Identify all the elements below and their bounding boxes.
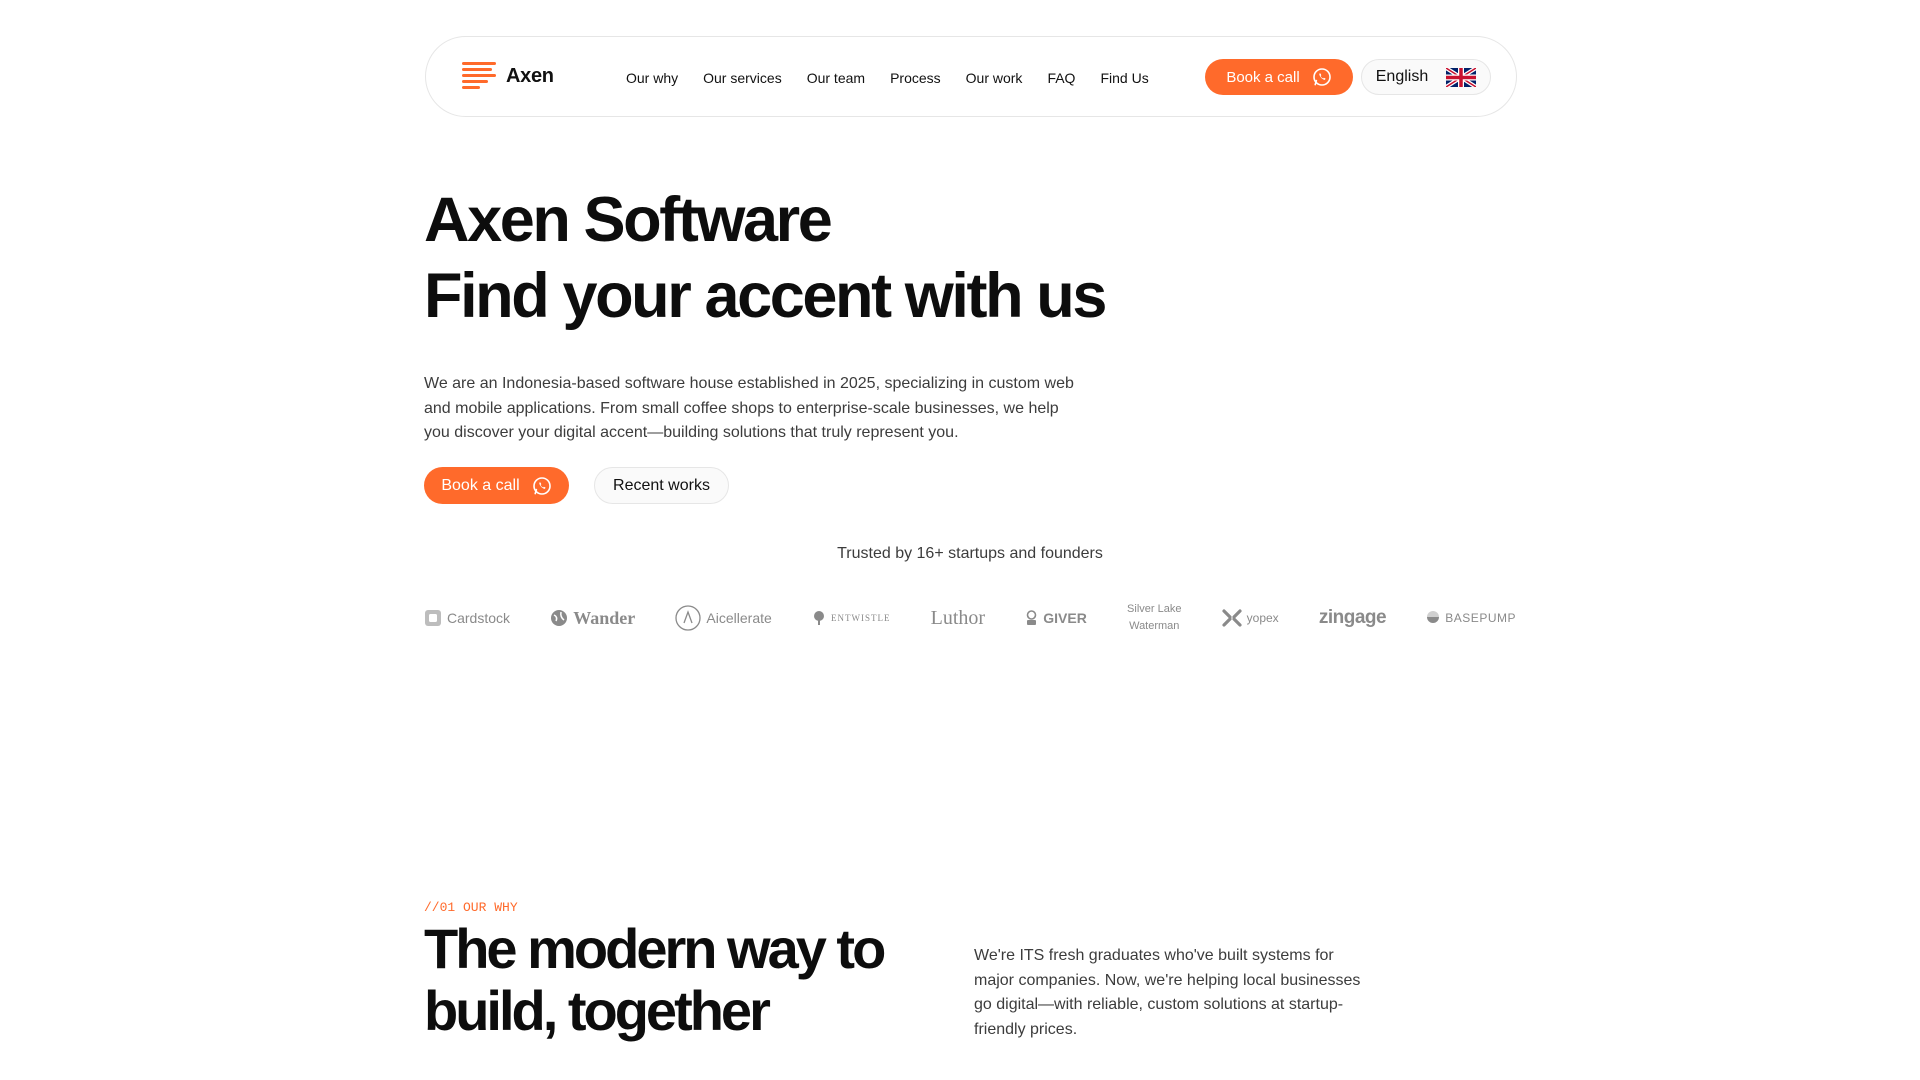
main-menu: Our why Our services Our team Process Ou… — [626, 37, 1149, 118]
client-logos: Cardstock Wander Aicellerate ENTWISTLE L… — [424, 600, 1516, 636]
logo-silver-line-2: Waterman — [1129, 620, 1180, 632]
section-description: We're ITS fresh graduates who've built s… — [974, 947, 1361, 1038]
aicellerate-logo-icon — [675, 605, 702, 631]
whatsapp-icon — [532, 476, 551, 495]
logo-aicellerate: Aicellerate — [675, 605, 772, 631]
brand-name: Axen — [506, 64, 554, 87]
logo-silver-lake-waterman: Silver Lake Waterman — [1127, 601, 1181, 635]
language-selector[interactable]: English — [1361, 59, 1491, 95]
logo-cardstock: Cardstock — [424, 609, 510, 627]
logo-basepump: BASEPUMP — [1426, 611, 1516, 625]
basepump-logo-icon — [1427, 611, 1440, 623]
uk-flag-icon — [1446, 67, 1477, 87]
whatsapp-icon — [1312, 68, 1331, 86]
nav-link-our-services[interactable]: Our services — [703, 70, 782, 86]
globe-icon — [551, 610, 568, 626]
logo-yopex: yopex — [1222, 609, 1279, 627]
hero-book-call-button[interactable]: Book a call — [424, 467, 569, 504]
logo-wander-text: Wander — [573, 607, 636, 628]
language-label: English — [1375, 68, 1429, 85]
axen-lines-icon — [462, 62, 496, 89]
logo-zingage-text: zingage — [1318, 607, 1387, 628]
logo-silver-line-1: Silver Lake — [1127, 603, 1182, 615]
nav-link-faq[interactable]: FAQ — [1047, 70, 1075, 86]
logo-cardstock-text: Cardstock — [447, 610, 511, 626]
logo-yopex-text: yopex — [1246, 611, 1279, 625]
recent-works-label: Recent works — [613, 476, 710, 494]
hero-title-line-1: Axen Software — [424, 185, 833, 255]
hero-book-call-label: Book a call — [441, 476, 520, 494]
recent-works-button[interactable]: Recent works — [594, 467, 729, 504]
giver-logo-icon — [1026, 610, 1037, 625]
nav-book-call-label: Book a call — [1226, 68, 1300, 86]
nav-link-our-work[interactable]: Our work — [966, 70, 1023, 86]
logo-giver-text: GIVER — [1043, 610, 1087, 626]
logo-luthor-text: Luthor — [930, 606, 986, 629]
logo-wander: Wander — [550, 608, 635, 629]
hero-title: Axen Software Find your accent with us — [424, 185, 1224, 337]
logo-entwistle: ENTWISTLE — [812, 610, 890, 626]
hero-title-line-2: Find your accent with us — [424, 261, 1107, 331]
logo-aicellerate-text: Aicellerate — [706, 610, 772, 626]
nav-book-call-button[interactable]: Book a call — [1205, 59, 1353, 95]
cardstock-logo-icon — [425, 610, 441, 626]
yopex-logo-icon — [1222, 609, 1242, 627]
nav-link-our-team[interactable]: Our team — [807, 70, 865, 86]
brand[interactable]: Axen — [462, 61, 554, 91]
nav-link-our-why[interactable]: Our why — [626, 70, 678, 86]
tree-icon — [813, 611, 824, 625]
logo-entwistle-text: ENTWISTLE — [830, 613, 891, 623]
logo-basepump-text: BASEPUMP — [1445, 611, 1516, 625]
top-navbar: Axen Our why Our services Our team Proce… — [425, 36, 1517, 117]
section-title: The modern way to build, together — [424, 917, 886, 1042]
logo-luthor: Luthor — [931, 607, 985, 630]
nav-link-find-us[interactable]: Find Us — [1100, 70, 1148, 86]
logo-zingage: zingage — [1318, 607, 1387, 629]
trusted-by-text: Trusted by 16+ startups and founders — [837, 545, 1103, 562]
logo-giver: GIVER — [1025, 610, 1087, 626]
hero-description: We are an Indonesia-based software house… — [424, 375, 1074, 441]
nav-link-process[interactable]: Process — [890, 70, 941, 86]
section-eyebrow: //01 OUR WHY — [424, 900, 518, 915]
